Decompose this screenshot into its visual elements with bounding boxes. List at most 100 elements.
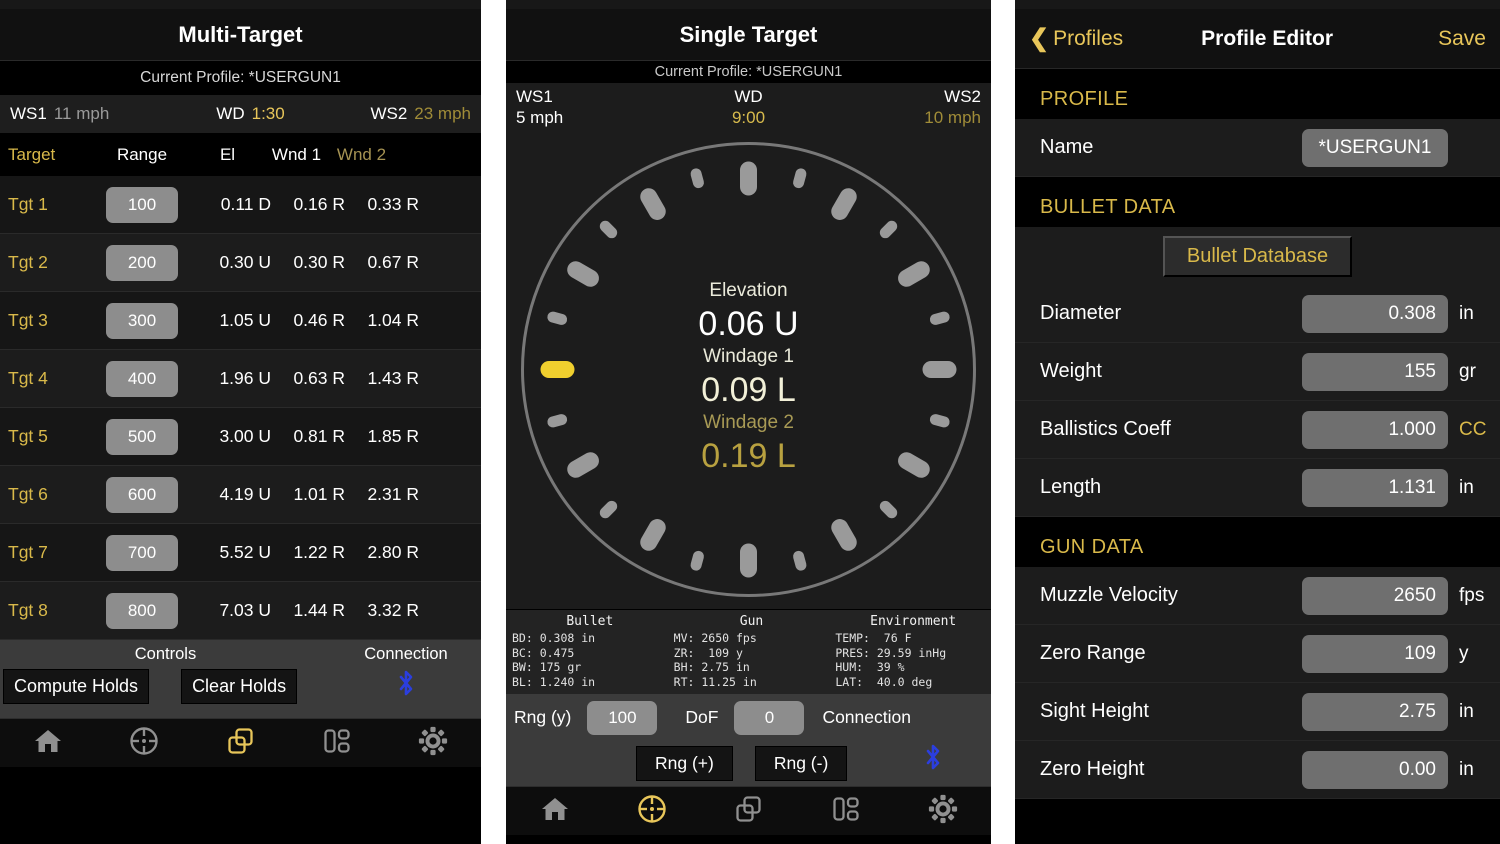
field-input[interactable]: 2.75 — [1302, 693, 1448, 731]
dial-tick[interactable] — [740, 162, 757, 196]
wind2-hold: 0.33 R — [345, 194, 419, 215]
field-input[interactable]: 155 — [1302, 353, 1448, 391]
field-input[interactable]: 2650 — [1302, 577, 1448, 615]
tab-multi-target[interactable] — [700, 794, 797, 829]
home-icon — [33, 727, 63, 760]
dial-tick[interactable] — [546, 413, 568, 429]
status-bar — [506, 0, 991, 9]
range-increment-button[interactable]: Rng (+) — [636, 746, 733, 781]
dial-tick-active[interactable] — [541, 361, 575, 378]
target-name: Tgt 8 — [0, 600, 93, 621]
ws2-value[interactable]: 10 mph — [924, 107, 981, 128]
dial-tick[interactable] — [929, 310, 951, 326]
range-field[interactable]: 800 — [106, 593, 178, 629]
field-input[interactable]: 1.131 — [1302, 469, 1448, 507]
tab-settings[interactable] — [894, 794, 991, 829]
dof-value[interactable]: 0 — [734, 701, 804, 735]
table-row: Tgt 22000.30 U0.30 R0.67 R — [0, 234, 481, 292]
range-field[interactable]: 700 — [106, 535, 178, 571]
range-decrement-button[interactable]: Rng (-) — [755, 746, 847, 781]
form-row: Length1.131in — [1015, 459, 1500, 517]
bullet-data-title: Bullet — [512, 614, 668, 629]
elevation-hold: 1.05 U — [191, 310, 271, 331]
clear-holds-button[interactable]: Clear Holds — [181, 669, 297, 704]
field-input[interactable]: 109 — [1302, 635, 1448, 673]
dial-graphic[interactable] — [506, 130, 991, 609]
dial-tick[interactable] — [598, 499, 620, 521]
tab-dashboard[interactable] — [797, 794, 894, 829]
target-table: Tgt 11000.11 D0.16 R0.33 RTgt 22000.30 U… — [0, 176, 481, 640]
range-field[interactable]: 600 — [106, 477, 178, 513]
dial-tick[interactable] — [598, 219, 620, 241]
bluetooth-icon[interactable] — [331, 669, 481, 704]
wind2-hold: 3.32 R — [345, 600, 419, 621]
field-input[interactable]: 1.000 — [1302, 411, 1448, 449]
profile-editor-screen: ❮ Profiles Profile Editor Save PROFILENa… — [1015, 0, 1500, 844]
range-field[interactable]: 400 — [106, 361, 178, 397]
range-value[interactable]: 100 — [587, 701, 657, 735]
column-header-target: Target — [0, 145, 93, 165]
tab-home[interactable] — [506, 795, 603, 828]
dial-tick[interactable] — [546, 310, 568, 326]
range-field[interactable]: 200 — [106, 245, 178, 281]
wind1-hold: 1.01 R — [271, 484, 345, 505]
wind2-hold: 1.04 R — [345, 310, 419, 331]
dial-tick[interactable] — [689, 550, 705, 572]
form-row: Diameter0.308in — [1015, 285, 1500, 343]
dial-tick[interactable] — [637, 185, 669, 223]
compute-holds-button[interactable]: Compute Holds — [3, 669, 149, 704]
dial-tick[interactable] — [929, 413, 951, 429]
tab-single-target[interactable] — [96, 726, 192, 761]
elevation-hold: 5.52 U — [191, 542, 271, 563]
tab-settings[interactable] — [385, 726, 481, 761]
dial-tick[interactable] — [637, 516, 669, 554]
bullet-data-column: Bullet BD: 0.308 inBC: 0.475BW: 175 grBL… — [506, 614, 668, 694]
range-field[interactable]: 500 — [106, 419, 178, 455]
field-input[interactable]: 0.00 — [1302, 751, 1448, 789]
dial-tick[interactable] — [878, 219, 900, 241]
bullet-data-line: BL: 1.240 in — [512, 675, 668, 690]
field-unit: in — [1448, 477, 1500, 499]
dial-tick[interactable] — [828, 516, 860, 554]
target-name: Tgt 6 — [0, 484, 93, 505]
dial-tick[interactable] — [564, 258, 602, 290]
target-name: Tgt 7 — [0, 542, 93, 563]
gear-icon — [928, 794, 958, 829]
dial-tick[interactable] — [923, 361, 957, 378]
dial-tick[interactable] — [895, 258, 933, 290]
ws1-value[interactable]: 11 mph — [54, 104, 109, 124]
dial-tick[interactable] — [895, 449, 933, 481]
dial-tick[interactable] — [792, 167, 808, 189]
wd-value[interactable]: 1:30 — [252, 104, 285, 124]
field-unit[interactable]: CC — [1448, 419, 1500, 441]
back-to-profiles-button[interactable]: ❮ Profiles — [1029, 27, 1123, 51]
wind-summary-row: WS1 11 mph WD 1:30 WS2 23 mph — [0, 94, 481, 133]
field-label: Sight Height — [1040, 700, 1302, 723]
wd-label: WD — [506, 86, 991, 107]
ws2-value[interactable]: 23 mph — [414, 104, 471, 124]
reticle-icon — [637, 794, 667, 829]
field-input[interactable]: *USERGUN1 — [1302, 129, 1448, 167]
wd-value[interactable]: 9:00 — [506, 107, 991, 128]
dial-tick[interactable] — [740, 544, 757, 578]
dial-tick[interactable] — [878, 499, 900, 521]
range-field[interactable]: 300 — [106, 303, 178, 339]
dial-tick[interactable] — [689, 167, 705, 189]
save-button[interactable]: Save — [1411, 27, 1486, 51]
tab-dashboard[interactable] — [289, 726, 385, 761]
dial-tick[interactable] — [828, 185, 860, 223]
ws2-label: WS2 — [370, 104, 407, 124]
tab-home[interactable] — [0, 727, 96, 760]
three-screenshot-collage: Multi-Target Current Profile: *USERGUN1 … — [0, 0, 1500, 844]
dial-tick[interactable] — [564, 449, 602, 481]
bullet-database-button[interactable]: Bullet Database — [1163, 236, 1352, 277]
dial-tick[interactable] — [792, 550, 808, 572]
field-input[interactable]: 0.308 — [1302, 295, 1448, 333]
tab-single-target[interactable] — [603, 794, 700, 829]
bluetooth-icon[interactable] — [883, 743, 983, 778]
tab-multi-target[interactable] — [192, 726, 288, 761]
wind-clock-dial[interactable]: Elevation 0.06 U Windage 1 0.09 L Windag… — [506, 130, 991, 609]
wind1-hold: 1.44 R — [271, 600, 345, 621]
range-field[interactable]: 100 — [106, 187, 178, 223]
environment-data-line: PRES: 29.59 inHg — [835, 646, 991, 661]
